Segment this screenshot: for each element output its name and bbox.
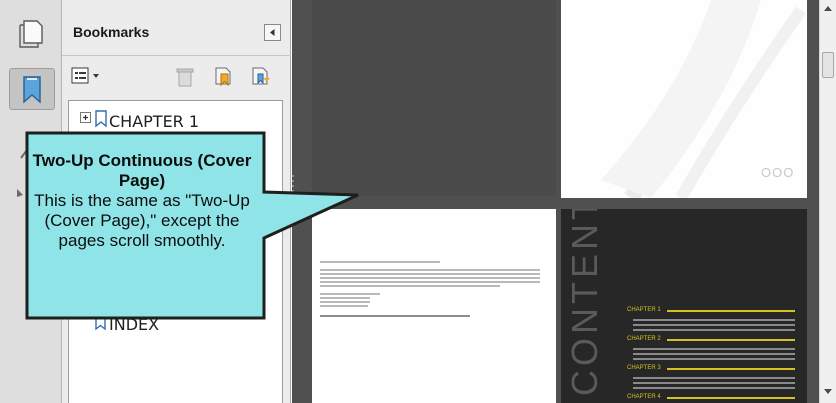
callout-title: Two-Up Continuous (Cover Page) — [32, 151, 252, 190]
callout-body: This is the same as "Two-Up (Cover Page)… — [34, 191, 250, 250]
callout-text: Two-Up Continuous (Cover Page) This is t… — [31, 151, 253, 251]
